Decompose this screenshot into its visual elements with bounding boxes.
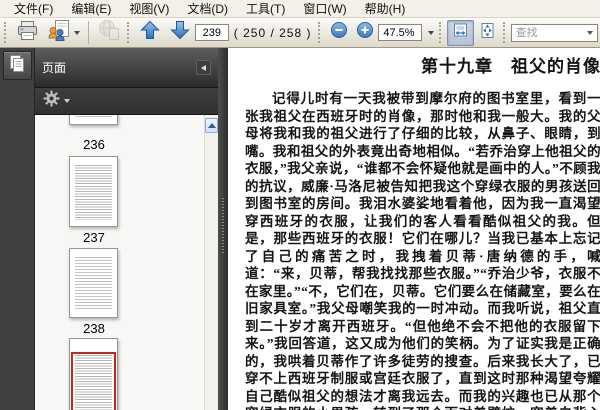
thumbnail-content xyxy=(75,165,112,220)
gear-icon xyxy=(43,90,60,112)
options-dropdown-caret xyxy=(64,99,70,103)
next-page-button[interactable] xyxy=(165,20,195,46)
print-button[interactable] xyxy=(12,20,43,46)
toolbar-grip[interactable] xyxy=(318,22,322,43)
zoom-in-icon xyxy=(356,21,374,44)
menu-bar: 文件(F) 编辑(E) 视图(V) 文档(D) 工具(T) 窗口(W) 帮助(H… xyxy=(0,0,600,18)
menu-edit[interactable]: 编辑(E) xyxy=(62,0,120,18)
pages-panel: 页面 236 237 238 xyxy=(35,48,218,410)
fit-width-icon xyxy=(452,22,469,44)
find-box xyxy=(510,23,599,42)
printer-icon xyxy=(16,20,39,46)
chapter-title: 第十九章 祖父的肖像 xyxy=(421,57,600,76)
previous-page-button[interactable] xyxy=(135,20,165,46)
next-page-arrow-icon xyxy=(169,19,191,46)
fit-width-button[interactable] xyxy=(447,19,474,46)
thumbnail-page-236[interactable] xyxy=(69,115,118,125)
collaborate-dropdown-caret xyxy=(73,30,80,35)
collaborate-button[interactable] xyxy=(43,20,84,46)
fit-page-icon xyxy=(479,22,496,44)
collaborate-share-icon xyxy=(47,19,71,46)
find-dropdown-caret[interactable] xyxy=(587,30,594,35)
toolbar-grip[interactable] xyxy=(502,22,507,43)
thumbnail-content xyxy=(75,115,112,118)
pages-icon xyxy=(7,53,27,78)
collapse-arrow-icon xyxy=(201,64,206,71)
toolbar-grip[interactable] xyxy=(4,22,8,43)
pages-panel-tab[interactable] xyxy=(2,51,32,80)
zoom-dropdown-button[interactable] xyxy=(422,20,437,46)
web-upload-icon xyxy=(97,19,121,46)
menu-file[interactable]: 文件(F) xyxy=(5,0,62,18)
document-page: 第十九章 祖父的肖像 记得儿时有一天我被带到摩尔府的图书室里，看到一张我祖父在西… xyxy=(245,56,600,410)
menu-window[interactable]: 窗口(W) xyxy=(294,0,355,18)
panel-splitter[interactable] xyxy=(218,48,228,410)
page-number-input[interactable] xyxy=(194,24,229,41)
thumbnail-page-237[interactable] xyxy=(69,156,118,227)
content-area: 页面 236 237 238 第十九章 祖父的肖像 记得儿时有一天我被带到摩尔府… xyxy=(0,48,600,410)
menu-document[interactable]: 文档(D) xyxy=(178,0,237,18)
thumbnail-label: 237 xyxy=(83,230,105,245)
previous-page-arrow-icon xyxy=(139,19,161,46)
thumbnail-page-238[interactable] xyxy=(69,248,118,318)
current-view-outline[interactable] xyxy=(71,352,116,410)
toolbar: ( 250 / 258 ) xyxy=(0,18,600,48)
menu-help[interactable]: 帮助(H) xyxy=(356,0,415,18)
document-body-text: 记得儿时有一天我被带到摩尔府的图书室里，看到一张我祖父在西班牙时的肖像，那时他和… xyxy=(245,91,600,410)
toolbar-grip[interactable] xyxy=(439,22,443,43)
toolbar-grip[interactable] xyxy=(126,22,131,43)
zoom-in-button[interactable] xyxy=(352,20,378,46)
web-upload-button xyxy=(93,20,125,46)
pages-panel-title: 页面 xyxy=(42,61,67,75)
scrollbar-up-button[interactable] xyxy=(205,118,218,133)
splitter-grip xyxy=(222,198,224,254)
zoom-dropdown-caret xyxy=(428,30,435,35)
zoom-out-icon xyxy=(330,21,348,44)
pages-panel-options-bar xyxy=(35,88,218,115)
panel-collapse-button[interactable] xyxy=(196,60,211,75)
thumbnail-page-239-current[interactable] xyxy=(69,338,118,410)
page-count-label: ( 250 / 258 ) xyxy=(233,25,312,40)
thumbnail-scrollbar[interactable] xyxy=(204,115,218,410)
thumbnail-list: 236 237 238 xyxy=(35,115,218,410)
pdf-reader-window: 文件(F) 编辑(E) 视图(V) 文档(D) 工具(T) 窗口(W) 帮助(H… xyxy=(0,0,600,410)
zoom-level-input[interactable] xyxy=(378,24,423,41)
thumbnail-label: 236 xyxy=(83,137,105,152)
toolbar-separator xyxy=(87,21,89,44)
fit-page-button[interactable] xyxy=(474,20,501,46)
menu-tools[interactable]: 工具(T) xyxy=(237,0,294,18)
thumbnail-label: 238 xyxy=(83,321,105,336)
document-view[interactable]: 第十九章 祖父的肖像 记得儿时有一天我被带到摩尔府的图书室里，看到一张我祖父在西… xyxy=(228,48,600,410)
scroll-up-arrow-icon xyxy=(207,123,216,128)
pages-panel-header: 页面 xyxy=(35,48,218,88)
menu-view[interactable]: 视图(V) xyxy=(120,0,178,18)
find-input[interactable] xyxy=(511,26,584,39)
zoom-out-button[interactable] xyxy=(326,20,352,46)
navigation-tab-strip xyxy=(0,48,35,410)
thumbnail-content xyxy=(75,257,112,311)
panel-options-button[interactable] xyxy=(43,90,70,112)
